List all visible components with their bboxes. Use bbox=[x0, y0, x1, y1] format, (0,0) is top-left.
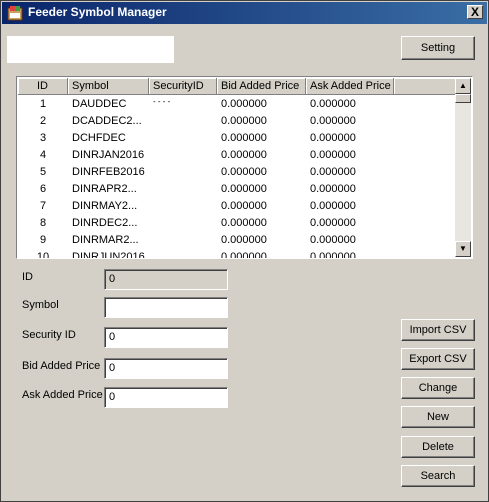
cell-id: 1 bbox=[39, 98, 47, 110]
status-display bbox=[7, 36, 174, 63]
cell-symbol: DINRMAR2... bbox=[72, 234, 139, 246]
cell-id: 5 bbox=[39, 166, 47, 178]
cell-id: 2 bbox=[39, 115, 47, 127]
column-header-ask-added-price[interactable]: Ask Added Price bbox=[306, 78, 394, 95]
cell-symbol: DAUDDEC bbox=[72, 98, 127, 110]
table-row[interactable]: 1 DAUDDEC - - - - 0.000000 0.000000 bbox=[18, 96, 394, 113]
cell-bid-added-price: 0.000000 bbox=[221, 234, 267, 246]
symbol-label: Symbol bbox=[22, 299, 59, 311]
table-row[interactable]: 9 DINRMAR2... 0.000000 0.000000 bbox=[18, 232, 394, 249]
title-bar[interactable]: Feeder Symbol Manager X bbox=[2, 2, 487, 24]
column-header-security-id[interactable]: SecurityID bbox=[149, 78, 217, 95]
table-row[interactable]: 10 DINRJUN2016 0.000000 0.000000 bbox=[18, 249, 394, 259]
table-row[interactable]: 2 DCADDEC2... 0.000000 0.000000 bbox=[18, 113, 394, 130]
cell-security-id bbox=[149, 113, 217, 130]
grid-rows: 1 DAUDDEC - - - - 0.000000 0.000000 2 DCADDEC… bbox=[18, 96, 394, 259]
cell-symbol: DINRDEC2... bbox=[72, 217, 138, 229]
id-label: ID bbox=[22, 271, 33, 283]
security-id-input[interactable]: 0 bbox=[104, 327, 228, 348]
cell-symbol: DINRAPR2... bbox=[72, 183, 137, 195]
cell-security-id bbox=[149, 147, 217, 164]
column-header-id[interactable]: ID bbox=[18, 78, 68, 95]
cell-bid-added-price: 0.000000 bbox=[221, 98, 267, 110]
symbol-input[interactable] bbox=[104, 297, 228, 318]
cell-security-id bbox=[149, 181, 217, 198]
close-button[interactable]: X bbox=[467, 5, 483, 19]
scroll-down-icon[interactable]: ▼ bbox=[455, 241, 471, 257]
search-button[interactable]: Search bbox=[401, 465, 475, 487]
cell-ask-added-price: 0.000000 bbox=[310, 234, 356, 246]
cell-ask-added-price: 0.000000 bbox=[310, 251, 356, 259]
table-row[interactable]: 3 DCHFDEC 0.000000 0.000000 bbox=[18, 130, 394, 147]
security-id-label: Security ID bbox=[22, 329, 76, 341]
column-header-filler bbox=[394, 78, 457, 95]
import-csv-button[interactable]: Import CSV bbox=[401, 319, 475, 341]
cell-symbol: DINRJUN2016 bbox=[72, 251, 145, 259]
cell-security-id bbox=[149, 232, 217, 249]
export-csv-button[interactable]: Export CSV bbox=[401, 348, 475, 370]
cell-security-id bbox=[149, 215, 217, 232]
scroll-thumb[interactable] bbox=[455, 94, 471, 103]
table-row[interactable]: 8 DINRDEC2... 0.000000 0.000000 bbox=[18, 215, 394, 232]
feeder-symbol-manager-window: Feeder Symbol Manager X Setting ID Symbo… bbox=[0, 0, 489, 502]
bid-added-price-input[interactable]: 0 bbox=[104, 358, 228, 379]
cell-symbol: DINRJAN2016 bbox=[72, 149, 145, 161]
cell-ask-added-price: 0.000000 bbox=[310, 149, 356, 161]
cell-bid-added-price: 0.000000 bbox=[221, 115, 267, 127]
cell-ask-added-price: 0.000000 bbox=[310, 132, 356, 144]
scroll-up-icon[interactable]: ▲ bbox=[455, 78, 471, 94]
symbol-grid[interactable]: ID Symbol SecurityID Bid Added Price Ask… bbox=[16, 76, 473, 259]
cell-security-id bbox=[149, 198, 217, 215]
table-row[interactable]: 4 DINRJAN2016 0.000000 0.000000 bbox=[18, 147, 394, 164]
new-button[interactable]: New bbox=[401, 406, 475, 428]
cell-security-id bbox=[149, 164, 217, 181]
bid-added-price-label: Bid Added Price bbox=[22, 360, 101, 372]
cell-symbol: DCADDEC2... bbox=[72, 115, 142, 127]
cell-id: 4 bbox=[39, 149, 47, 161]
cell-id: 7 bbox=[39, 200, 47, 212]
grid-header: ID Symbol SecurityID Bid Added Price Ask… bbox=[18, 78, 457, 95]
cell-security-id bbox=[149, 249, 217, 258]
column-header-bid-added-price[interactable]: Bid Added Price bbox=[217, 78, 306, 95]
ask-added-price-input[interactable]: 0 bbox=[104, 387, 228, 408]
cell-bid-added-price: 0.000000 bbox=[221, 200, 267, 212]
cell-bid-added-price: 0.000000 bbox=[221, 217, 267, 229]
column-header-symbol[interactable]: Symbol bbox=[68, 78, 149, 95]
table-row[interactable]: 6 DINRAPR2... 0.000000 0.000000 bbox=[18, 181, 394, 198]
ask-added-price-label: Ask Added Price bbox=[22, 389, 103, 401]
cell-security-id bbox=[149, 130, 217, 147]
change-button[interactable]: Change bbox=[401, 377, 475, 399]
cell-id: 8 bbox=[39, 217, 47, 229]
cell-ask-added-price: 0.000000 bbox=[310, 166, 356, 178]
cell-security-id: - - - - bbox=[153, 97, 171, 106]
cell-id: 3 bbox=[39, 132, 47, 144]
cell-bid-added-price: 0.000000 bbox=[221, 166, 267, 178]
id-field: 0 bbox=[104, 269, 228, 290]
cell-symbol: DINRMAY2... bbox=[72, 200, 138, 212]
cell-ask-added-price: 0.000000 bbox=[310, 217, 356, 229]
app-icon bbox=[7, 6, 23, 21]
cell-symbol: DCHFDEC bbox=[72, 132, 126, 144]
cell-bid-added-price: 0.000000 bbox=[221, 149, 267, 161]
setting-button[interactable]: Setting bbox=[401, 36, 475, 60]
cell-ask-added-price: 0.000000 bbox=[310, 98, 356, 110]
cell-symbol: DINRFEB2016 bbox=[72, 166, 145, 178]
cell-bid-added-price: 0.000000 bbox=[221, 251, 267, 259]
cell-ask-added-price: 0.000000 bbox=[310, 115, 356, 127]
cell-ask-added-price: 0.000000 bbox=[310, 183, 356, 195]
cell-ask-added-price: 0.000000 bbox=[310, 200, 356, 212]
window-title: Feeder Symbol Manager bbox=[28, 5, 167, 19]
cell-bid-added-price: 0.000000 bbox=[221, 132, 267, 144]
cell-id: 9 bbox=[39, 234, 47, 246]
cell-id: 6 bbox=[39, 183, 47, 195]
cell-id: 10 bbox=[36, 251, 50, 259]
table-row[interactable]: 5 DINRFEB2016 0.000000 0.000000 bbox=[18, 164, 394, 181]
cell-bid-added-price: 0.000000 bbox=[221, 183, 267, 195]
delete-button[interactable]: Delete bbox=[401, 436, 475, 458]
table-row[interactable]: 7 DINRMAY2... 0.000000 0.000000 bbox=[18, 198, 394, 215]
vertical-scrollbar[interactable]: ▲ ▼ bbox=[455, 78, 471, 257]
